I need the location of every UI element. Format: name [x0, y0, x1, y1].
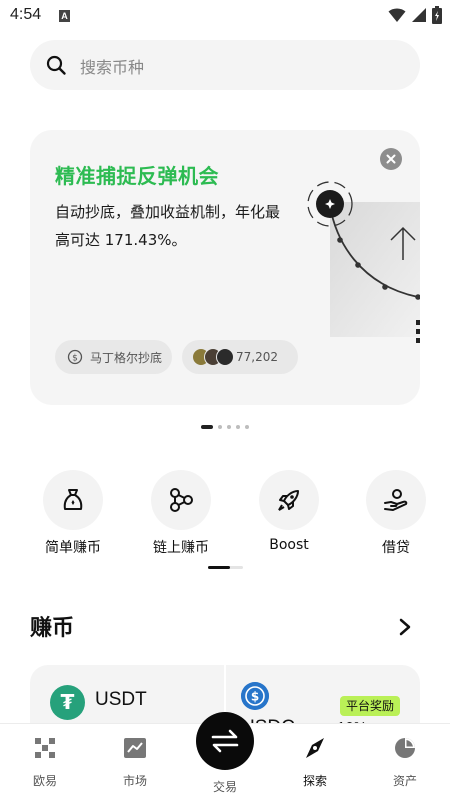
nav-trade[interactable]: 交易	[180, 712, 270, 795]
status-time: 4:54	[10, 6, 42, 23]
nav-label: 交易	[212, 780, 237, 794]
quick-action-circle	[43, 470, 103, 530]
nav-market[interactable]: 市场	[90, 736, 180, 789]
carousel-dot	[227, 425, 231, 429]
chain-nodes-icon	[170, 488, 193, 512]
chevron-right-icon[interactable]	[396, 617, 414, 637]
carousel-dot-active	[201, 425, 213, 429]
quick-action-circle	[151, 470, 211, 530]
home-grid-icon	[35, 738, 55, 758]
usdt-coin-label[interactable]: USDT	[95, 689, 147, 711]
quick-action-onchain-earn[interactable]: 链上赚币	[136, 470, 226, 557]
status-icons	[388, 6, 442, 24]
status-bar: 4:54 A	[0, 0, 450, 32]
svg-text:$: $	[72, 354, 78, 364]
quick-actions-scroll-indicator	[208, 566, 243, 569]
rebound-chart-illustration	[307, 181, 420, 343]
close-icon	[386, 154, 396, 164]
coin-cycle-icon: $	[67, 349, 83, 365]
quick-action-circle	[366, 470, 426, 530]
usdc-coin-icon: $	[241, 682, 269, 710]
quick-action-label: 借贷	[382, 540, 410, 556]
pie-chart-icon	[395, 738, 415, 758]
promo-banner[interactable]: 精准捕捉反弹机会 自动抄底，叠加收益机制，年化最高可达 171.43%。 $ 马…	[30, 130, 420, 405]
trade-button[interactable]	[196, 712, 254, 770]
quick-action-loan[interactable]: 借贷	[351, 470, 441, 557]
quick-action-circle	[259, 470, 319, 530]
strategy-chip-label: 马丁格尔抄底	[90, 350, 163, 365]
piggy-bag-icon	[63, 489, 83, 510]
nav-label: 市场	[122, 774, 147, 788]
user-count-chip[interactable]: 77,202	[182, 340, 298, 374]
search-icon	[46, 55, 66, 75]
quick-action-label: 链上赚币	[153, 540, 209, 556]
banner-description: 自动抄底，叠加收益机制，年化最高可达 171.43%。	[55, 203, 281, 249]
usdt-coin-icon: ₮	[50, 685, 85, 720]
user-count: 77,202	[236, 350, 278, 364]
compass-icon	[306, 738, 324, 758]
nav-home[interactable]: 欧易	[0, 736, 90, 789]
swap-arrows-icon	[211, 729, 239, 753]
notification-a-icon: A	[59, 10, 70, 22]
platform-reward-badge: 平台奖励	[340, 696, 401, 716]
svg-text:$: $	[251, 690, 259, 704]
avatar	[216, 348, 234, 366]
quick-action-label: Boost	[269, 537, 309, 553]
avatar-group	[192, 348, 234, 366]
nav-explore[interactable]: 探索	[270, 736, 360, 789]
quick-action-simple-earn[interactable]: 简单赚币	[28, 470, 118, 557]
rocket-icon	[278, 490, 299, 511]
quick-action-boost[interactable]: Boost	[244, 470, 334, 553]
carousel-indicator	[201, 425, 249, 429]
quick-action-label: 简单赚币	[45, 540, 101, 556]
nav-label: 欧易	[32, 774, 57, 788]
search-placeholder: 搜索币种	[80, 58, 145, 77]
carousel-dot	[218, 425, 222, 429]
market-chart-icon	[124, 738, 146, 758]
carousel-dot	[245, 425, 249, 429]
search-bar[interactable]: 搜索币种	[30, 40, 420, 90]
carousel-dot	[236, 425, 240, 429]
scroll-thumb	[208, 566, 230, 569]
earn-section-title: 赚币	[30, 616, 75, 641]
battery-icon	[432, 6, 442, 24]
nav-assets[interactable]: 资产	[360, 736, 450, 789]
nav-label: 探索	[302, 774, 327, 788]
strategy-chip[interactable]: $ 马丁格尔抄底	[55, 340, 172, 374]
banner-title: 精准捕捉反弹机会	[55, 164, 219, 188]
bottom-navigation: 欧易 市场 交易 探索 资产	[0, 712, 450, 800]
signal-icon	[412, 8, 426, 22]
wifi-icon	[388, 8, 406, 22]
banner-close-button[interactable]	[380, 148, 402, 170]
nav-label: 资产	[392, 774, 417, 788]
hand-coin-icon	[384, 489, 408, 511]
